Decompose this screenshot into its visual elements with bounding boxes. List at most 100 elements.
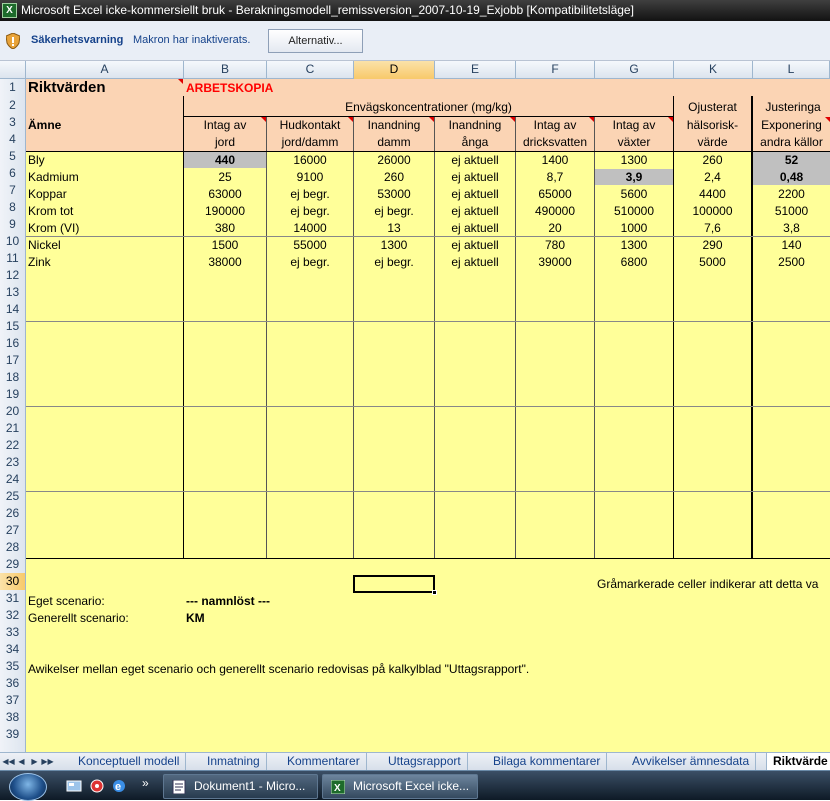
row-header[interactable]: 16 bbox=[0, 335, 25, 352]
row-header[interactable]: 26 bbox=[0, 505, 25, 522]
row-header[interactable]: 27 bbox=[0, 522, 25, 539]
shield-warning-icon bbox=[6, 33, 20, 49]
internet-explorer-icon[interactable]: e bbox=[111, 779, 127, 793]
row-header[interactable]: 29 bbox=[0, 556, 25, 573]
tab-kommentarer[interactable]: Kommentarer bbox=[281, 753, 367, 770]
row-header[interactable]: 33 bbox=[0, 624, 25, 641]
substance-name: Zink bbox=[28, 255, 51, 269]
eget-scenario-label: Eget scenario: bbox=[28, 594, 105, 608]
row-header[interactable]: 28 bbox=[0, 539, 25, 556]
table-cell: 440 bbox=[214, 153, 236, 167]
row-header[interactable]: 15 bbox=[0, 318, 25, 335]
quicklaunch-overflow-icon[interactable]: » bbox=[142, 776, 149, 790]
row-header[interactable]: 24 bbox=[0, 471, 25, 488]
row-header[interactable]: 31 bbox=[0, 590, 25, 607]
prev-sheet-icon[interactable]: ◀ bbox=[15, 755, 28, 768]
column-header[interactable]: B bbox=[184, 61, 267, 79]
options-button[interactable]: Alternativ... bbox=[268, 29, 363, 53]
column-header[interactable]: L bbox=[753, 61, 830, 79]
row-header[interactable]: 21 bbox=[0, 420, 25, 437]
row-header[interactable]: 36 bbox=[0, 675, 25, 692]
security-warning-message: Makron har inaktiverats. bbox=[133, 34, 251, 46]
sheet-tab-bar: ◀◀ ◀ ▶ ▶▶ Konceptuell modell Inmatning K… bbox=[0, 752, 830, 770]
row-header[interactable]: 6 bbox=[0, 165, 25, 182]
table-cell: ej aktuell bbox=[451, 170, 499, 184]
row-header[interactable]: 17 bbox=[0, 352, 25, 369]
table-cell: 3,8 bbox=[783, 221, 800, 235]
start-orb-icon[interactable] bbox=[9, 773, 47, 801]
column-header[interactable]: D bbox=[354, 61, 435, 79]
row-header[interactable]: 14 bbox=[0, 301, 25, 318]
taskbar-excel[interactable]: X Microsoft Excel icke... bbox=[322, 774, 478, 799]
row-header[interactable]: 35 bbox=[0, 658, 25, 675]
tab-konceptuell-modell[interactable]: Konceptuell modell bbox=[72, 753, 187, 770]
security-warning-label: Säkerhetsvarning bbox=[31, 34, 124, 46]
row-header[interactable]: 34 bbox=[0, 641, 25, 658]
tab-uttagsrapport[interactable]: Uttagsrapport bbox=[382, 753, 468, 770]
row-header[interactable]: 20 bbox=[0, 403, 25, 420]
table-cell: 290 bbox=[702, 238, 723, 252]
row-header[interactable]: 8 bbox=[0, 199, 25, 216]
window-title: Microsoft Excel icke-kommersiellt bruk -… bbox=[21, 3, 634, 17]
table-cell: ej aktuell bbox=[451, 187, 499, 201]
row-header[interactable]: 18 bbox=[0, 369, 25, 386]
row-header[interactable]: 2 bbox=[0, 97, 25, 114]
selected-cell[interactable] bbox=[353, 575, 437, 595]
fill-handle[interactable] bbox=[432, 590, 437, 595]
row-header[interactable]: 5 bbox=[0, 148, 25, 165]
tab-bilaga-kommentarer[interactable]: Bilaga kommentarer bbox=[487, 753, 608, 770]
table-cell: 16000 bbox=[293, 153, 327, 167]
row-header[interactable]: 23 bbox=[0, 454, 25, 471]
column-header[interactable]: G bbox=[595, 61, 674, 79]
row-header[interactable]: 1 bbox=[0, 79, 25, 97]
column-headers: A B C D E F G K L bbox=[0, 61, 830, 79]
row-header[interactable]: 38 bbox=[0, 709, 25, 726]
table-cell: 9100 bbox=[296, 170, 324, 184]
col-header-l2: växter bbox=[617, 135, 651, 149]
justering-header: Justeringa bbox=[765, 100, 821, 114]
excel-app-icon[interactable]: X bbox=[2, 3, 17, 18]
first-sheet-icon[interactable]: ◀◀ bbox=[2, 755, 15, 768]
row-header[interactable]: 4 bbox=[0, 131, 25, 148]
sheet-title: Riktvärden bbox=[28, 79, 106, 96]
substance-name: Koppar bbox=[28, 187, 67, 201]
group-header: Envägskoncentrationer (mg/kg) bbox=[345, 100, 512, 114]
row-header[interactable]: 7 bbox=[0, 182, 25, 199]
col-header-l2: ånga bbox=[461, 135, 489, 149]
generellt-scenario-label: Generellt scenario: bbox=[28, 611, 129, 625]
row-header[interactable]: 37 bbox=[0, 692, 25, 709]
tab-inmatning[interactable]: Inmatning bbox=[201, 753, 267, 770]
select-all-corner[interactable] bbox=[0, 61, 26, 79]
row-header[interactable]: 11 bbox=[0, 250, 25, 267]
row-header[interactable]: 3 bbox=[0, 114, 25, 131]
substance-name: Krom (VI) bbox=[28, 221, 80, 235]
comment-indicator[interactable] bbox=[178, 79, 183, 84]
table-cell: 1300 bbox=[380, 238, 408, 252]
row-header[interactable]: 39 bbox=[0, 726, 25, 743]
tab-avvikelser-amnesdata[interactable]: Avvikelser ämnesdata bbox=[626, 753, 757, 770]
column-header[interactable]: E bbox=[435, 61, 516, 79]
row-header[interactable]: 10 bbox=[0, 233, 25, 250]
next-sheet-icon[interactable]: ▶ bbox=[28, 755, 41, 768]
worksheet-grid[interactable]: Riktvärden ARBETSKOPIA Envägskoncentrati… bbox=[26, 79, 830, 752]
show-desktop-icon[interactable] bbox=[66, 779, 82, 793]
column-header[interactable]: K bbox=[674, 61, 753, 79]
col-header-l2: dricksvatten bbox=[522, 135, 588, 149]
row-header[interactable]: 22 bbox=[0, 437, 25, 454]
column-header[interactable]: F bbox=[516, 61, 595, 79]
tab-riktvarde[interactable]: Riktvärde bbox=[766, 753, 830, 770]
row-header[interactable]: 32 bbox=[0, 607, 25, 624]
column-header[interactable]: A bbox=[26, 61, 184, 79]
row-header[interactable]: 13 bbox=[0, 284, 25, 301]
row-header[interactable]: 9 bbox=[0, 216, 25, 233]
last-sheet-icon[interactable]: ▶▶ bbox=[41, 755, 54, 768]
table-cell: 1500 bbox=[211, 238, 239, 252]
column-header[interactable]: C bbox=[267, 61, 354, 79]
row-header[interactable]: 25 bbox=[0, 488, 25, 505]
media-player-icon[interactable] bbox=[89, 779, 105, 793]
row-header[interactable]: 19 bbox=[0, 386, 25, 403]
taskbar-word-document[interactable]: Dokument1 - Micro... bbox=[163, 774, 318, 799]
row-header[interactable]: 30 bbox=[0, 573, 25, 590]
table-cell: 6800 bbox=[620, 255, 648, 269]
row-header[interactable]: 12 bbox=[0, 267, 25, 284]
